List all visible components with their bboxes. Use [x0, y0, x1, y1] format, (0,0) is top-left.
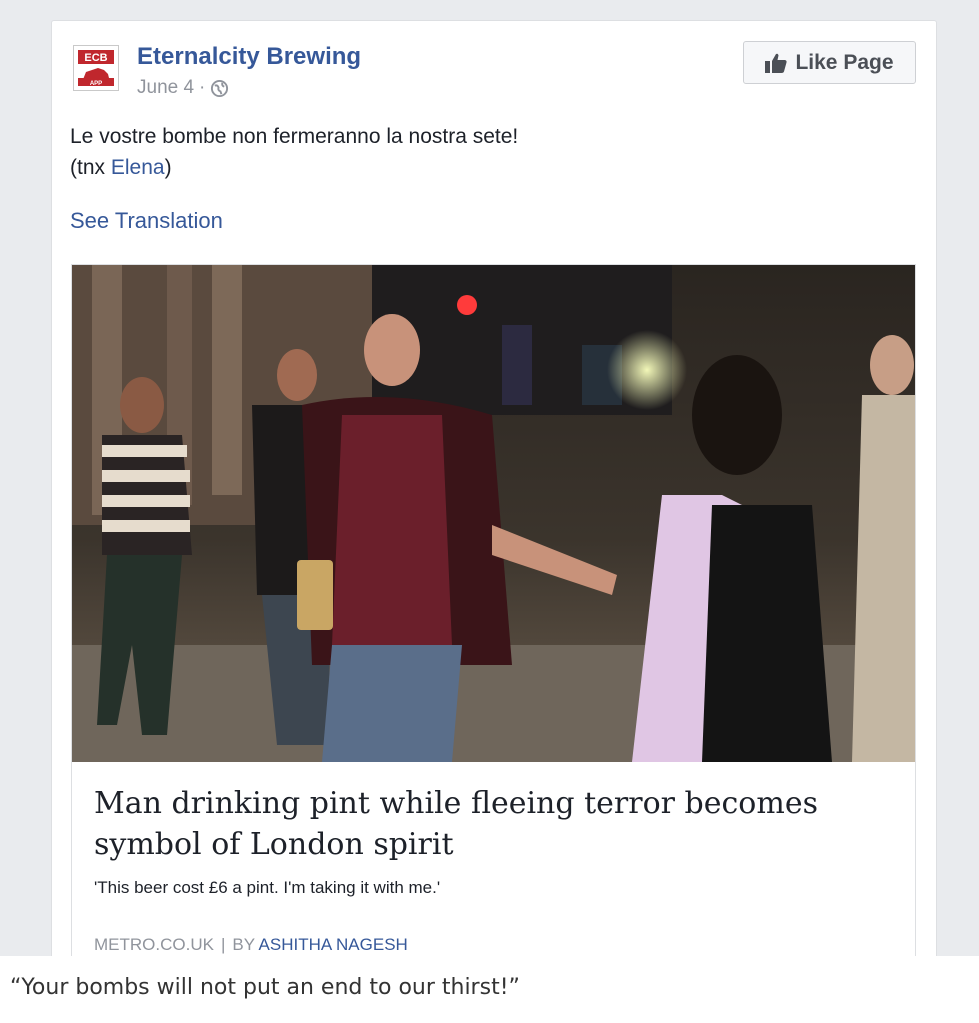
article-source[interactable]: METRO.CO.UK: [94, 935, 214, 954]
article-headline[interactable]: Man drinking pint while fleeing terror b…: [94, 783, 894, 865]
article-author[interactable]: ASHITHA NAGESH: [259, 935, 408, 954]
image-caption: “Your bombs will not put an end to our t…: [10, 975, 520, 1000]
see-translation-link[interactable]: See Translation: [70, 208, 223, 234]
meta-separator: ·: [199, 77, 206, 98]
post-text-line2: (tnx Elena): [70, 152, 910, 183]
facebook-post-screenshot: ECB APP Eternalcity Brewing June 4 · Lik…: [0, 0, 979, 956]
link-preview[interactable]: Man drinking pint while fleeing terror b…: [71, 264, 916, 956]
article-photo[interactable]: [72, 265, 915, 762]
mention-link[interactable]: Elena: [111, 156, 165, 179]
like-page-label: Like Page: [795, 50, 894, 74]
article-source-line: METRO.CO.UK | BY ASHITHA NAGESH: [94, 935, 408, 955]
like-page-button[interactable]: Like Page: [743, 41, 916, 84]
source-divider: |: [220, 935, 226, 954]
page-logo[interactable]: ECB APP: [73, 45, 119, 91]
post-text-suffix: ): [164, 156, 172, 179]
page-name-link[interactable]: Eternalcity Brewing: [137, 43, 361, 71]
post-date[interactable]: June 4: [137, 77, 194, 99]
globe-icon[interactable]: [210, 79, 229, 98]
logo-text-top: ECB: [84, 52, 107, 64]
byline-prefix: BY: [232, 935, 255, 954]
post-text-line1: Le vostre bombe non fermeranno la nostra…: [70, 125, 519, 148]
logo-text-bottom: APP: [90, 81, 102, 87]
post-message: Le vostre bombe non fermeranno la nostra…: [70, 121, 910, 183]
post-text-prefix: (tnx: [70, 156, 111, 179]
thumbs-up-icon: [765, 53, 788, 73]
ecb-logo-icon: ECB APP: [76, 48, 116, 88]
post-card: ECB APP Eternalcity Brewing June 4 · Lik…: [51, 20, 937, 956]
article-subtitle: 'This beer cost £6 a pint. I'm taking it…: [94, 878, 441, 897]
post-meta: June 4 ·: [137, 77, 229, 99]
